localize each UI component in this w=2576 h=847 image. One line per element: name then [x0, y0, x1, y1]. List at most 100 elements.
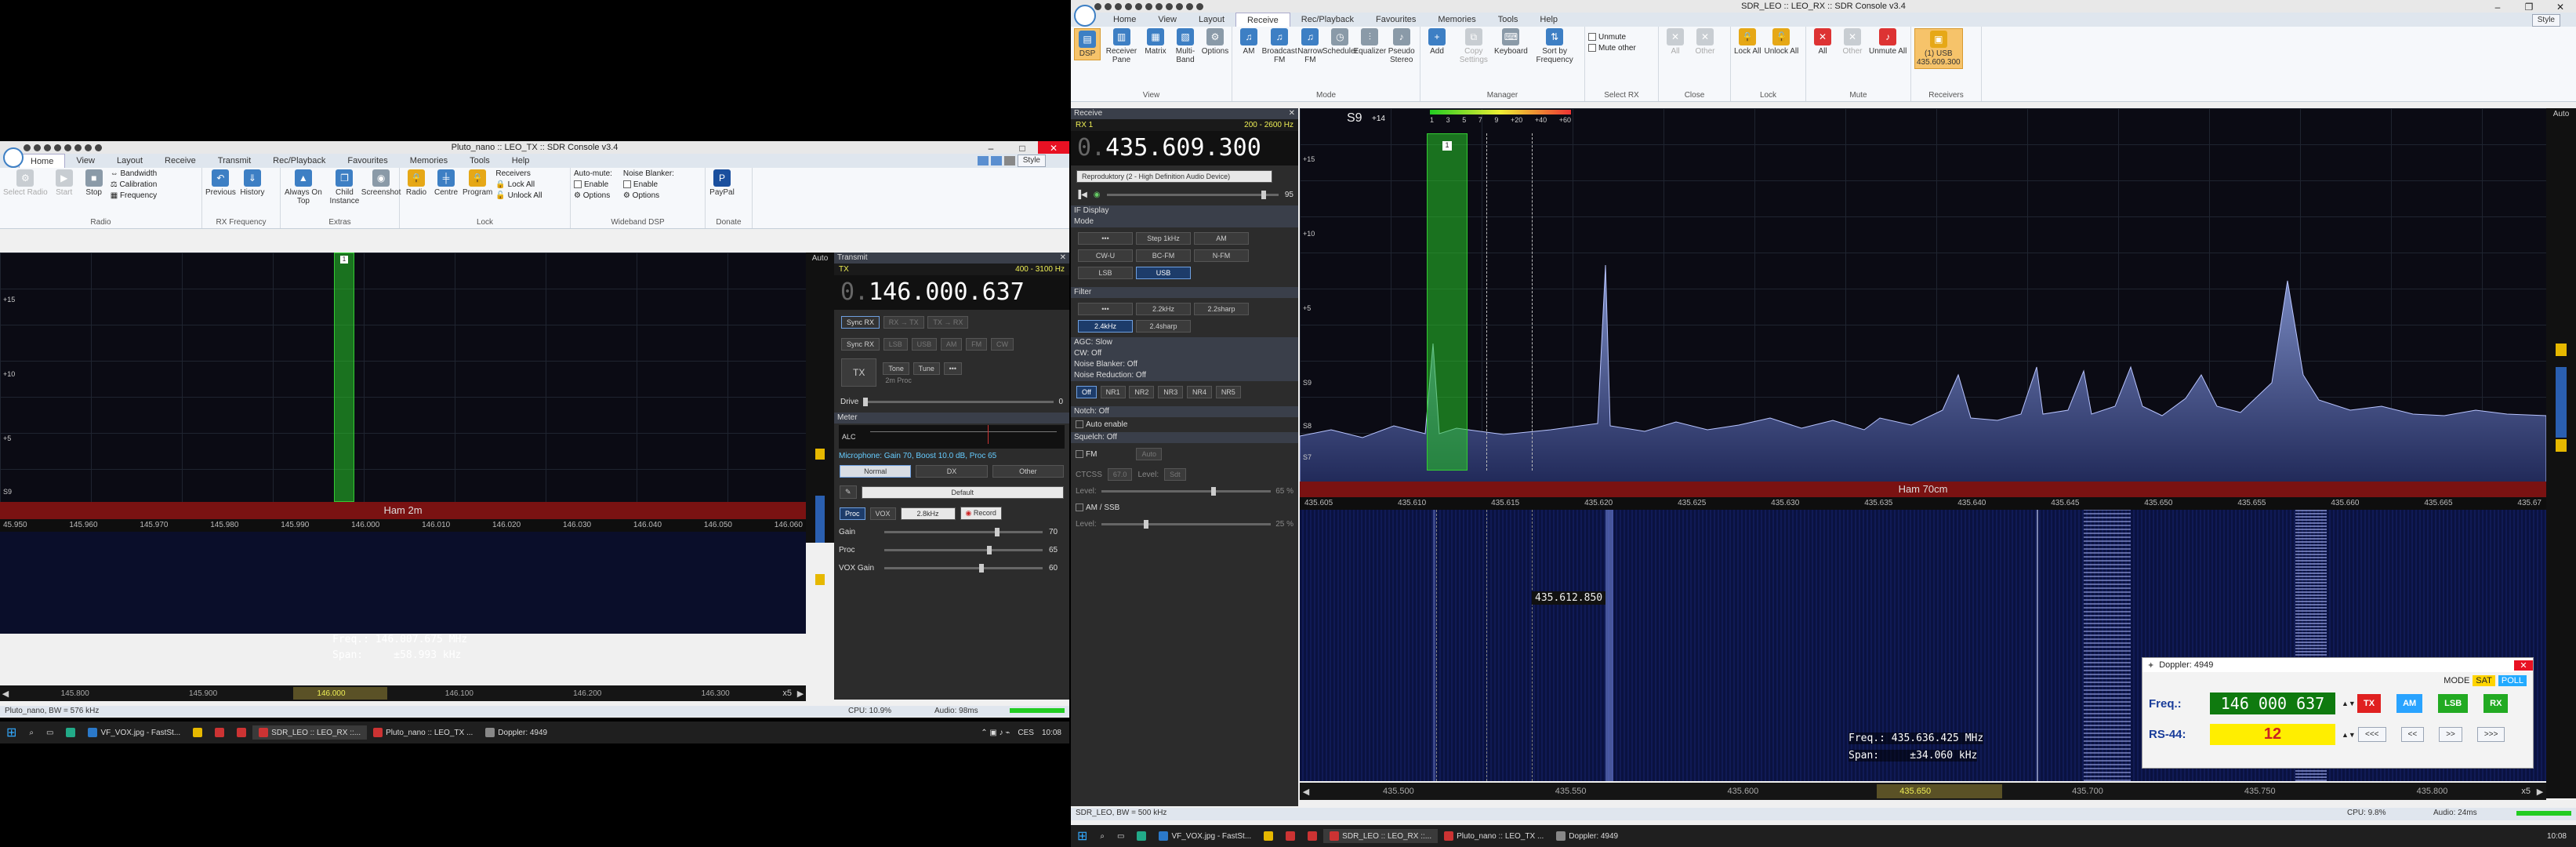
task-view-icon[interactable]: ▭ — [1111, 829, 1130, 843]
stop-button[interactable]: ■ Stop — [81, 169, 107, 197]
am-ssb-squelch-checkbox[interactable]: AM / SSB — [1071, 499, 1298, 517]
mic-tab-other[interactable]: Other — [992, 465, 1064, 478]
select-radio-button[interactable]: ⚙ Select Radio — [3, 169, 48, 197]
noise-blanker-header[interactable]: Noise Blanker: Off — [1071, 359, 1298, 370]
nr4-button[interactable]: NR4 — [1187, 386, 1213, 398]
tx-to-rx-button[interactable]: TX → RX — [927, 316, 969, 329]
am-button[interactable]: ♫ AM — [1235, 28, 1262, 56]
fm-squelch-level-slider[interactable] — [1101, 487, 1272, 496]
mode-n-fm-button[interactable]: N-FM — [1194, 249, 1249, 262]
vox-gain-slider[interactable] — [884, 564, 1043, 573]
lock-all-button[interactable]: 🔒 Lock All — [495, 180, 542, 189]
level-slider-handle[interactable] — [2556, 344, 2567, 356]
taskbar-item-sdr-leo-rx[interactable]: SDR_LEO :: LEO_RX ::... — [1323, 829, 1439, 843]
tone-button[interactable]: Tone — [883, 362, 909, 375]
clock[interactable]: 10:08 — [1042, 729, 1061, 737]
auto-enable-checkbox[interactable]: Auto enable — [1071, 417, 1298, 432]
squelch-header[interactable]: Squelch: Off — [1071, 432, 1298, 443]
filter-more-button[interactable]: ••• — [1078, 303, 1133, 315]
rx-toggle-button[interactable]: RX — [2483, 694, 2509, 713]
narrow-fm-button[interactable]: ♫ Narrow FM — [1297, 28, 1323, 64]
clock[interactable]: 10:08 — [2547, 832, 2576, 841]
receiver-pane-button[interactable]: ▥ Receiver Pane — [1104, 28, 1139, 64]
mode-bc-fm-button[interactable]: BC-FM — [1136, 249, 1191, 262]
taskbar-item-pluto-tx[interactable]: Pluto_nano :: LEO_TX ... — [1438, 829, 1550, 843]
noise-blanker-options-button[interactable]: ⚙ Options — [623, 191, 674, 200]
nav-back-button[interactable]: << — [2400, 727, 2425, 742]
sync-rx-button-2[interactable]: Sync RX — [841, 338, 880, 351]
app-logo-icon[interactable] — [1074, 5, 1096, 27]
zoom-label[interactable]: x5 — [2518, 787, 2534, 796]
am-squelch-level-slider[interactable] — [1101, 520, 1272, 529]
program-lock-button[interactable]: 🔒 Program — [463, 169, 492, 197]
tab-transmit[interactable]: Transmit — [207, 154, 262, 168]
fm-squelch-checkbox[interactable]: FM — [1076, 450, 1097, 459]
close-button[interactable]: ✕ — [1038, 141, 1069, 154]
poll-mode-button[interactable]: POLL — [2498, 675, 2527, 686]
auto-mute-options-button[interactable]: ⚙ Options — [574, 191, 612, 200]
unmute-all-button[interactable]: ♪ Unmute All — [1869, 28, 1907, 56]
zoom-label[interactable]: x5 — [779, 689, 795, 698]
always-on-top-button[interactable]: ▲ Always On Top — [284, 169, 323, 205]
nav-forward-button[interactable]: >> — [2439, 727, 2462, 742]
app-icon[interactable] — [230, 725, 252, 740]
tab-view[interactable]: View — [65, 154, 106, 168]
tx-frequency-display[interactable]: 0.146.000.637 — [834, 275, 1069, 310]
frequency-spin-icon[interactable]: ▲▼ — [2342, 700, 2356, 707]
mic-tab-normal[interactable]: Normal — [840, 465, 912, 478]
sat-mode-button[interactable]: SAT — [2473, 675, 2495, 686]
broadcast-fm-button[interactable]: ♫ Broadcast FM — [1262, 28, 1297, 64]
more-button[interactable]: ••• — [943, 362, 963, 375]
mic-settings-icon[interactable]: ✎ — [840, 485, 857, 499]
proc-slider[interactable] — [884, 546, 1043, 554]
maximize-button[interactable]: □ — [1007, 141, 1038, 154]
tab-tools[interactable]: Tools — [459, 154, 501, 168]
filter-2-2sharp-button[interactable]: 2.2sharp — [1194, 303, 1249, 315]
tab-help[interactable]: Help — [501, 154, 541, 168]
mode-usb[interactable]: USB — [911, 338, 938, 351]
tab-layout[interactable]: Layout — [106, 154, 154, 168]
unlock-all-button[interactable]: 🔓 Unlock All — [495, 191, 542, 200]
drive-slider[interactable] — [863, 398, 1054, 406]
task-view-icon[interactable]: ▭ — [40, 725, 60, 740]
tab-help[interactable]: Help — [1529, 13, 1569, 27]
rx-spectrum[interactable]: 1 S9 +14 1 3 5 7 9 +20 +40 +60 +15 +10 +5 S9 S8… — [1300, 108, 2546, 497]
tab-tools[interactable]: Tools — [1487, 13, 1529, 27]
vox-toggle[interactable]: VOX — [869, 507, 896, 520]
options-button[interactable]: ⚙ Options — [1202, 28, 1228, 56]
rx-marker[interactable]: 1 — [1442, 141, 1452, 151]
auto-mute-enable-checkbox[interactable]: Enable — [574, 180, 612, 189]
nr2-button[interactable]: NR2 — [1129, 386, 1155, 398]
start-button[interactable]: ▶ Start — [51, 169, 78, 197]
nr3-button[interactable]: NR3 — [1158, 386, 1184, 398]
tab-view[interactable]: View — [1147, 13, 1188, 27]
rx-level-strip[interactable]: Auto — [2546, 108, 2576, 798]
rx-to-tx-button[interactable]: RX → TX — [883, 316, 924, 329]
app-icon[interactable] — [209, 725, 230, 740]
child-instance-button[interactable]: ❐ Child Instance — [326, 169, 363, 205]
tab-favourites[interactable]: Favourites — [336, 154, 398, 168]
start-button[interactable]: ⊞ — [1071, 829, 1094, 843]
tab-rec-playback[interactable]: Rec/Playback — [1290, 13, 1365, 27]
preset-dropdown[interactable]: Default — [861, 485, 1064, 499]
filter-2-4sharp-button[interactable]: 2.4sharp — [1136, 320, 1191, 333]
taskbar-item-doppler[interactable]: Doppler: 4949 — [1550, 829, 1624, 843]
sort-by-frequency-button[interactable]: ⇅ Sort by Frequency — [1528, 28, 1581, 64]
app-icon[interactable] — [1301, 829, 1323, 843]
add-receiver-button[interactable]: + Add — [1424, 28, 1450, 56]
rx-marker[interactable]: 1 — [340, 256, 348, 264]
mute-all-button[interactable]: ✕ All — [1809, 28, 1836, 56]
if-display-header[interactable]: IF Display — [1071, 205, 1298, 216]
mute-other-button[interactable]: ✕ Other — [1839, 28, 1866, 56]
equalizer-button[interactable]: ⫶ Equalizer — [1354, 28, 1386, 56]
volume-slider[interactable] — [1106, 191, 1279, 199]
bandwidth-dropdown[interactable]: 2.8kHz — [900, 507, 956, 520]
mode-more-button[interactable]: ••• — [1078, 232, 1133, 245]
frequency-button[interactable]: ▦ Frequency — [111, 191, 158, 200]
mute-other-checkbox[interactable]: Mute other — [1588, 44, 1655, 53]
overview-right-icon[interactable]: ▶ — [795, 689, 806, 699]
folder-icon[interactable] — [187, 725, 209, 740]
previous-button[interactable]: ↶ Previous — [205, 169, 236, 197]
agc-header[interactable]: AGC: Slow — [1071, 337, 1298, 348]
matrix-button[interactable]: ▦ Matrix — [1142, 28, 1169, 56]
